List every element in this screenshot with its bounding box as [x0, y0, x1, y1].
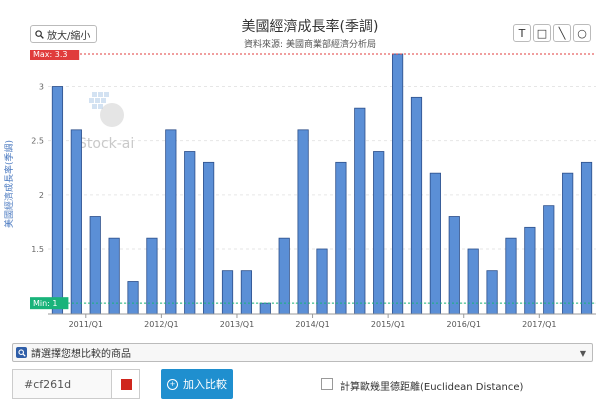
circle-tool-button[interactable]: ○: [573, 24, 591, 42]
bar: [391, 53, 404, 315]
bar: [240, 270, 253, 315]
bar: [146, 237, 158, 315]
watermark-circle: [100, 103, 124, 127]
watermark-square: [92, 92, 97, 97]
euclidean-distance-checkbox[interactable]: [321, 378, 333, 390]
x-tick-label: 2011/Q1: [69, 320, 103, 329]
bar: [448, 216, 460, 315]
add-compare-button[interactable]: + 加入比較: [161, 369, 233, 399]
bar: [580, 161, 593, 315]
chart-subtitle: 資料來源: 美國商業部經濟分析局: [244, 40, 376, 50]
watermark-square: [92, 104, 97, 109]
x-tick-label: 2014/Q1: [295, 320, 329, 329]
add-compare-label: 加入比較: [183, 378, 227, 391]
bar: [562, 172, 574, 315]
bar: [89, 216, 101, 315]
color-hex-input[interactable]: [12, 369, 112, 399]
bar: [51, 86, 64, 315]
bar: [316, 248, 328, 315]
y-tick-label: 3: [39, 83, 44, 92]
dropdown-caret-icon: ▼: [579, 349, 586, 358]
rectangle-tool-button[interactable]: □: [533, 24, 551, 42]
bar: [108, 237, 120, 315]
bar: [354, 107, 366, 315]
bar: [486, 270, 498, 315]
bar: [165, 129, 177, 315]
compare-select-placeholder: 請選擇您想比較的商品: [31, 349, 131, 360]
bar: [524, 226, 536, 315]
watermark-square: [89, 98, 94, 103]
color-swatch: [121, 379, 132, 390]
bar: [127, 281, 139, 315]
zoom-button[interactable]: 放大/縮小: [30, 25, 98, 43]
bar: [297, 129, 309, 315]
watermark-square: [95, 98, 100, 103]
x-tick-label: 2017/Q1: [522, 320, 556, 329]
bar: [335, 161, 347, 315]
y-tick-label: 2: [39, 191, 44, 200]
text-tool-button[interactable]: T: [513, 24, 531, 42]
bar: [543, 205, 555, 315]
watermark-text: Stock-ai: [78, 136, 134, 152]
bar: [373, 151, 385, 315]
watermark-square: [104, 92, 109, 97]
x-tick-label: 2016/Q1: [446, 320, 480, 329]
search-icon: [16, 347, 27, 358]
bar: [429, 172, 441, 315]
watermark-square: [98, 92, 103, 97]
bar: [410, 96, 423, 315]
bar: [259, 302, 271, 315]
bar: [278, 237, 290, 315]
bar: [184, 151, 196, 315]
line-tool-icon: ╲: [558, 26, 566, 40]
text-tool-icon: T: [518, 26, 526, 40]
bar: [467, 248, 479, 315]
y-tick-label: 2.5: [31, 137, 44, 146]
bar: [70, 129, 82, 315]
y-tick-label: 1.5: [31, 245, 44, 254]
y-axis-label: 美國經濟成長率(季調): [3, 140, 15, 228]
bar: [221, 270, 234, 315]
circle-tool-icon: ○: [577, 26, 587, 40]
min-label-text: Min: 1: [33, 299, 58, 308]
bar: [505, 237, 517, 315]
add-circle-icon: +: [167, 378, 178, 390]
x-tick-label: 2012/Q1: [144, 320, 178, 329]
euclidean-distance-label: 計算歐幾里德距離(Euclidean Distance): [340, 382, 524, 393]
x-tick-label: 2015/Q1: [371, 320, 405, 329]
zoom-button-label: 放大/縮小: [47, 30, 91, 42]
rectangle-tool-icon: □: [536, 26, 548, 40]
magnifier-icon: [35, 29, 44, 39]
max-label-text: Max: 3.3: [33, 50, 68, 59]
bar: [203, 161, 215, 315]
watermark-square: [101, 98, 106, 103]
line-tool-button[interactable]: ╲: [553, 24, 571, 42]
color-picker[interactable]: [111, 369, 140, 399]
bar-chart: 11.522.53美國經濟成長率(季調)Stock-ai2011/Q12012/…: [3, 50, 596, 329]
x-tick-label: 2013/Q1: [220, 320, 254, 329]
compare-product-select[interactable]: 請選擇您想比較的商品 ▼: [12, 343, 593, 362]
drawing-tools: T □ ╲ ○: [513, 24, 591, 42]
chart-title: 美國經濟成長率(季調): [241, 19, 379, 35]
